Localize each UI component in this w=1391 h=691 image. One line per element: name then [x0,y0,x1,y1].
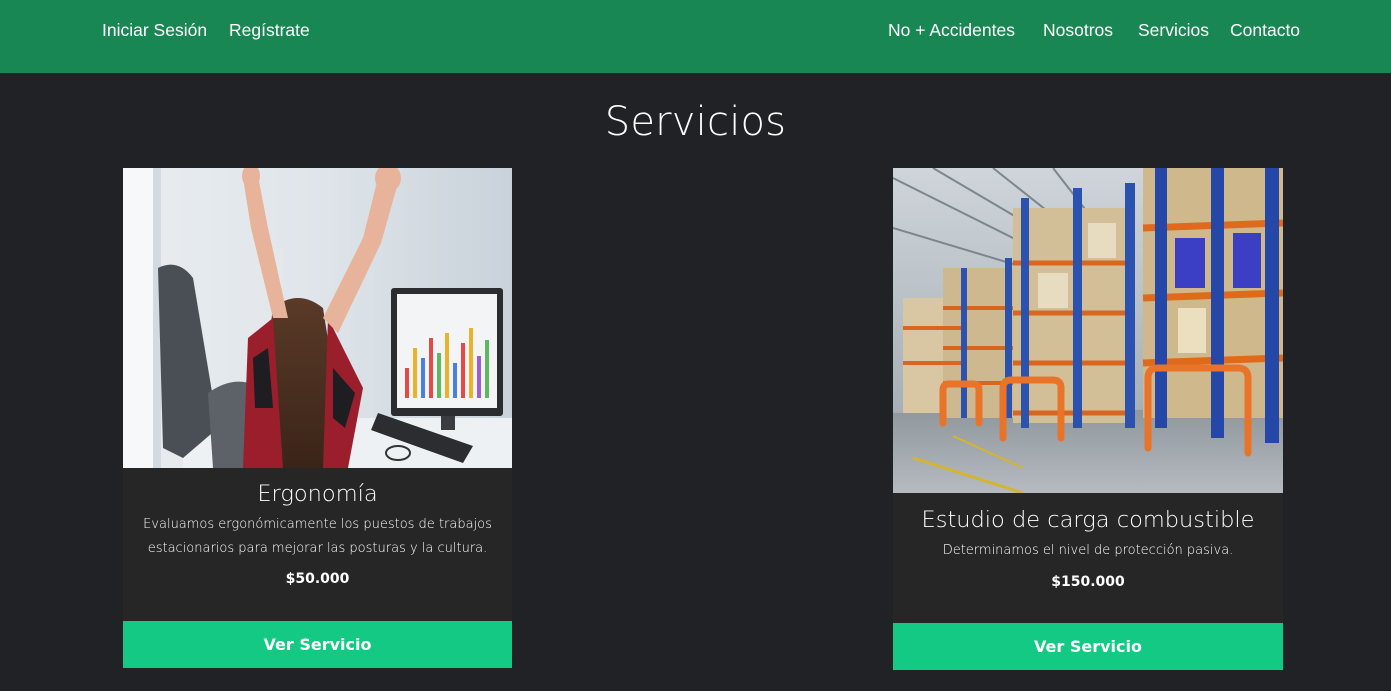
nav-login-link[interactable]: Iniciar Sesión [102,19,207,41]
ergonomia-title: Ergonomía [257,481,378,507]
nav-contact-link[interactable]: Contacto [1230,19,1300,41]
carga-combustible-title: Estudio de carga combustible [921,507,1255,533]
carga-combustible-view-service-button[interactable]: Ver Servicio [893,623,1283,670]
warehouse-photo [893,168,1283,493]
ergonomia-view-service-button[interactable]: Ver Servicio [123,621,512,668]
nav-about-link[interactable]: Nosotros [1043,19,1113,41]
service-card-carga-combustible: Estudio de carga combustible Determinamo… [893,168,1283,623]
nav-no-accidents-link[interactable]: No + Accidentes [888,19,1015,41]
service-card-ergonomia: Ergonomía Evaluamos ergonómicamente los … [123,168,512,621]
carga-combustible-price: $150.000 [1051,574,1125,590]
nav-services-link[interactable]: Servicios [1138,19,1209,41]
nav-register-link[interactable]: Regístrate [229,19,310,41]
navbar: Iniciar Sesión Regístrate No + Accidente… [0,0,1391,73]
ergonomia-price: $50.000 [285,571,350,587]
page-title: Servicios [604,99,787,145]
ergonomia-photo [123,168,512,468]
carga-combustible-description: Determinamos el nivel de protección pasi… [942,543,1234,558]
ergonomia-description: Evaluamos ergonómicamente los puestos de… [143,517,492,556]
